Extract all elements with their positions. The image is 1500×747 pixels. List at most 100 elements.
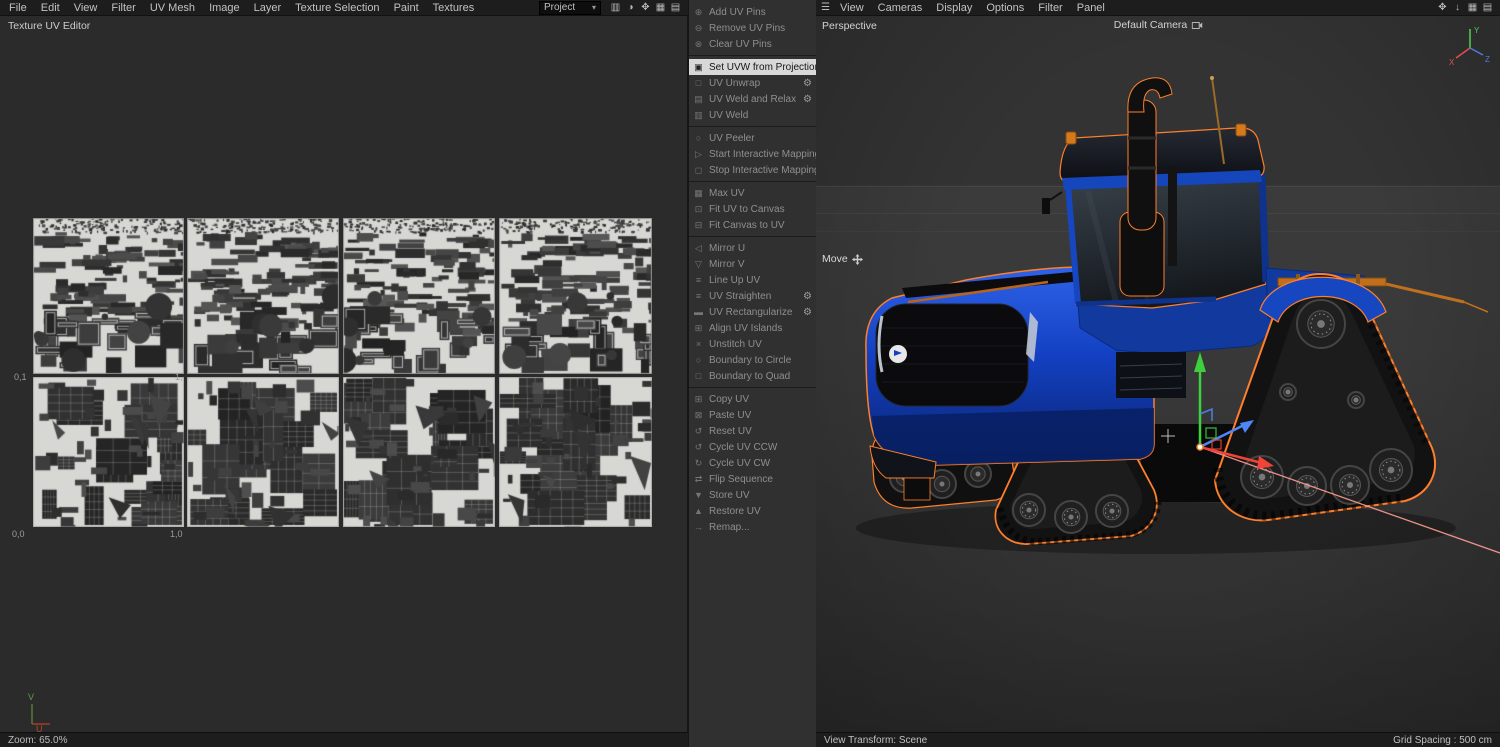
command-icon: ⊠ [694,409,703,420]
menu-separator [689,236,816,237]
uv-tile-canvas-7[interactable] [343,377,495,527]
menu-textures[interactable]: Textures [426,2,482,14]
menu-filter[interactable]: Filter [104,2,142,14]
uv-editor-canvas-area[interactable]: Texture UV Editor 0,1 1, 0,0 1,0 V U [0,16,688,732]
menu-texture-selection[interactable]: Texture Selection [288,2,386,14]
beacon-light [1235,123,1247,137]
menu-image[interactable]: Image [202,2,247,14]
uv-tile-canvas-8[interactable] [499,377,652,527]
uv-command-uv-peeler[interactable]: ○ UV Peeler [689,130,816,146]
page-icon[interactable]: ▤ [1480,2,1495,13]
side-mirror [1042,198,1050,214]
command-icon: ▬ [694,307,703,317]
command-icon: ⊖ [694,22,703,33]
menu-separator [689,126,816,127]
options-gear-icon[interactable]: ⚙ [803,291,812,302]
command-icon: ⊗ [694,38,703,49]
grid-icon[interactable]: ▦ [653,2,668,13]
uv-coord-label-00: 0,0 [12,529,25,539]
uv-command-set-uvw-from-projection[interactable]: ▣Set UVW from Projection⚙ [689,59,816,75]
uv-command-uv-straighten[interactable]: ≡ UV Straighten ⚙ [689,288,816,304]
uv-tile-canvas-6[interactable] [187,377,339,527]
uv-editor-menubar: File Edit View Filter UV Mesh Image Layer Textu… [0,0,688,16]
uv-tile-canvas-2[interactable] [187,218,339,374]
command-icon: ▲ [694,506,703,516]
palette-icon[interactable]: ◑ [623,2,638,13]
vp-menu-options[interactable]: Options [979,2,1031,14]
menu-file[interactable]: File [2,2,34,14]
menu-layer[interactable]: Layer [247,2,289,14]
uv-command-cycle-uv-cw[interactable]: ↻ Cycle UV CW [689,455,816,471]
vp-menu-cameras[interactable]: Cameras [871,2,930,14]
uv-command-clear-uv-pins[interactable]: ⊗ Clear UV Pins [689,36,816,52]
uv-command-uv-weld-and-relax[interactable]: ▤ UV Weld and Relax ⚙ [689,91,816,107]
uv-command-fit-uv-to-canvas[interactable]: ⊡ Fit UV to Canvas [689,201,816,217]
vp-menu-view[interactable]: View [833,2,871,14]
uv-command-fit-canvas-to-uv[interactable]: ⊟ Fit Canvas to UV [689,217,816,233]
command-label: Remap... [709,521,750,533]
menu-separator [689,55,816,56]
command-label: Line Up UV [709,274,761,286]
uv-command-add-uv-pins[interactable]: ⊕ Add UV Pins [689,4,816,20]
menu-edit[interactable]: Edit [34,2,67,14]
command-label: UV Weld and Relax [709,93,797,105]
command-label: Mirror U [709,242,746,254]
grid-icon[interactable]: ▦ [1465,2,1480,13]
uv-command-unstitch-uv[interactable]: × Unstitch UV [689,336,816,352]
uv-command-flip-sequence[interactable]: ⇄ Flip Sequence [689,471,816,487]
menu-icon[interactable]: ☰ [818,2,833,13]
uv-command-copy-uv[interactable]: ⊞ Copy UV [689,391,816,407]
vp-menu-filter[interactable]: Filter [1031,2,1069,14]
uv-command-stop-interactive-mapping[interactable]: ◻ Stop Interactive Mapping [689,162,816,178]
command-icon: ▷ [695,148,702,159]
pan-icon[interactable]: ✥ [638,2,653,13]
vp-menu-panel[interactable]: Panel [1070,2,1112,14]
page-icon[interactable]: ▤ [668,2,683,13]
uv-command-start-interactive-mapping[interactable]: ▷ Start Interactive Mapping [689,146,816,162]
menu-uv-mesh[interactable]: UV Mesh [143,2,202,14]
uv-command-restore-uv[interactable]: ▲ Restore UV [689,503,816,519]
camera-icon [1191,21,1202,29]
uv-tile-canvas-1[interactable] [33,218,184,374]
uv-command-uv-weld[interactable]: ▥ UV Weld [689,107,816,123]
command-icon: ⇄ [694,473,703,484]
uv-tile-canvas-4[interactable] [499,218,652,374]
uv-command-store-uv[interactable]: ▼ Store UV [689,487,816,503]
3d-viewport[interactable]: Perspective Default Camera Move Y X Z [816,16,1500,732]
pan-icon[interactable]: ✥ [1435,2,1450,13]
uv-command-max-uv[interactable]: ▦ Max UV [689,185,816,201]
uv-command-remove-uv-pins[interactable]: ⊖ Remove UV Pins [689,20,816,36]
uv-command-uv-unwrap[interactable]: □ UV Unwrap ⚙ [689,75,816,91]
project-dropdown[interactable]: Project ▾ [539,0,601,15]
options-gear-icon[interactable]: ⚙ [803,94,812,105]
uv-command-uv-rectangularize[interactable]: ▬ UV Rectangularize ⚙ [689,304,816,320]
command-icon: ▼ [694,490,703,500]
uv-tile-canvas-3[interactable] [343,218,495,374]
uv-command-remap[interactable]: → Remap... [689,519,816,535]
cab-steps [1116,352,1186,398]
histogram-icon[interactable]: ▥ [608,2,623,13]
uv-command-boundary-to-circle[interactable]: ○ Boundary to Circle [689,352,816,368]
active-camera-label[interactable]: Default Camera [1114,19,1203,31]
options-gear-icon[interactable]: ⚙ [803,307,812,318]
vp-menu-display[interactable]: Display [929,2,979,14]
menu-view[interactable]: View [67,2,105,14]
uv-command-align-uv-islands[interactable]: ⊞ Align UV Islands [689,320,816,336]
options-gear-icon[interactable]: ⚙ [803,78,812,89]
down-icon[interactable]: ↓ [1450,2,1465,13]
uv-tile-canvas-5[interactable] [33,377,184,527]
uv-command-reset-uv[interactable]: ↺ Reset UV [689,423,816,439]
uv-command-mirror-v[interactable]: ▽ Mirror V [689,256,816,272]
uv-command-cycle-uv-ccw[interactable]: ↺ Cycle UV CCW [689,439,816,455]
command-icon: ▣ [694,61,703,72]
uv-axis-indicator: V U [28,692,50,732]
uv-command-boundary-to-quad[interactable]: □ Boundary to Quad [689,368,816,384]
uv-command-line-up-uv[interactable]: ≡ Line Up UV [689,272,816,288]
menu-paint[interactable]: Paint [387,2,426,14]
view-mode-label[interactable]: Perspective [822,20,877,32]
uv-command-mirror-u[interactable]: ◁ Mirror U [689,240,816,256]
orientation-axis-gizmo[interactable]: Y X Z [1448,22,1494,68]
uv-command-paste-uv[interactable]: ⊠ Paste UV [689,407,816,423]
viewport-statusbar: View Transform: Scene Grid Spacing : 500… [816,732,1500,747]
command-icon: ◻ [694,164,703,175]
